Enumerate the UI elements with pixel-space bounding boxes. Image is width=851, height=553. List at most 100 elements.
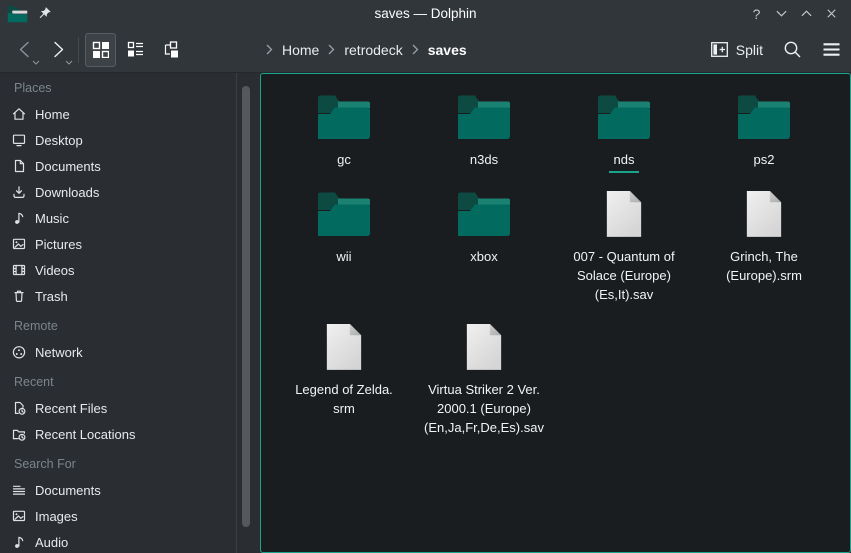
breadcrumb-chevron-icon <box>266 44 273 55</box>
sidebar-item-label: Videos <box>35 263 75 278</box>
item-label: gc <box>337 150 351 169</box>
item-label: n3ds <box>470 150 498 169</box>
sidebar-item-home[interactable]: Home <box>0 101 236 127</box>
folder-icon <box>597 93 651 141</box>
download-icon <box>11 184 27 200</box>
folder-icon <box>457 93 511 141</box>
breadcrumb-home[interactable]: Home <box>282 42 319 58</box>
picture-icon <box>11 236 27 252</box>
folder-wii[interactable]: wii <box>274 190 414 304</box>
sidebar-item-label: Trash <box>35 289 68 304</box>
pin-icon[interactable] <box>37 6 52 21</box>
folder-gc[interactable]: gc <box>274 93 414 171</box>
music-note-icon <box>11 534 27 550</box>
sidebar-item-label: Music <box>35 211 69 226</box>
file-icon <box>745 190 783 238</box>
item-label: 007 - Quantum of Solace (Europe) (Es,It)… <box>573 247 674 304</box>
forward-button[interactable] <box>41 32 74 68</box>
folder-icon <box>457 190 511 238</box>
sidebar-item-search-images[interactable]: Images <box>0 503 236 529</box>
toolbar: Home retrodeck saves Split <box>0 27 851 73</box>
breadcrumb-chevron-icon <box>412 44 419 55</box>
maximize-button[interactable] <box>797 4 816 23</box>
folder-icon <box>317 93 371 141</box>
sidebar-item-search-documents[interactable]: Documents <box>0 477 236 503</box>
search-icon[interactable] <box>783 40 802 59</box>
file-legend-of-zelda-srm[interactable]: Legend of Zelda. srm <box>274 323 414 437</box>
sidebar-item-label: Downloads <box>35 185 99 200</box>
section-header-remote: Remote <box>0 313 236 339</box>
sidebar-item-music[interactable]: Music <box>0 205 236 231</box>
sidebar-item-search-audio[interactable]: Audio <box>0 529 236 553</box>
folder-nds[interactable]: nds <box>554 93 694 171</box>
sidebar-item-label: Recent Locations <box>35 427 135 442</box>
sidebar-item-pictures[interactable]: Pictures <box>0 231 236 257</box>
text-lines-icon <box>11 482 27 498</box>
details-view-button[interactable] <box>120 33 151 67</box>
back-button[interactable] <box>8 32 41 68</box>
folder-icon <box>737 93 791 141</box>
breadcrumb-chevron-icon <box>328 44 335 55</box>
split-button[interactable]: Split <box>711 42 763 58</box>
sidebar-item-network[interactable]: Network <box>0 339 236 365</box>
sidebar-item-trash[interactable]: Trash <box>0 283 236 309</box>
sidebar-item-label: Desktop <box>35 133 83 148</box>
main-area: Places Home Desktop Documents Downloads … <box>0 73 851 553</box>
sidebar-item-label: Recent Files <box>35 401 107 416</box>
folder-n3ds[interactable]: n3ds <box>414 93 554 171</box>
sidebar-item-videos[interactable]: Videos <box>0 257 236 283</box>
home-icon <box>11 106 27 122</box>
sidebar-item-recent-locations[interactable]: Recent Locations <box>0 421 236 447</box>
minimize-button[interactable] <box>772 4 791 23</box>
window-title: saves — Dolphin <box>0 6 851 21</box>
item-label: nds <box>609 150 640 171</box>
desktop-icon <box>11 132 27 148</box>
places-panel: Places Home Desktop Documents Downloads … <box>0 73 237 553</box>
sidebar-item-downloads[interactable]: Downloads <box>0 179 236 205</box>
close-button[interactable] <box>822 4 841 23</box>
folder-icon <box>317 190 371 238</box>
section-header-search-for: Search For <box>0 451 236 477</box>
file-007-quantum-of-solace-sav[interactable]: 007 - Quantum of Solace (Europe) (Es,It)… <box>554 190 694 304</box>
icons-view-button[interactable] <box>85 33 116 67</box>
item-label: xbox <box>470 247 497 266</box>
window-folder-icon <box>7 5 28 23</box>
back-dropdown-caret[interactable] <box>32 60 40 65</box>
section-header-places: Places <box>0 75 236 101</box>
breadcrumb-retrodeck[interactable]: retrodeck <box>344 42 402 58</box>
item-label: wii <box>336 247 351 266</box>
forward-dropdown-caret[interactable] <box>65 60 73 65</box>
file-virtua-striker-2-sav[interactable]: Virtua Striker 2 Ver. 2000.1 (Europe) (E… <box>414 323 554 437</box>
sidebar-item-documents[interactable]: Documents <box>0 153 236 179</box>
video-icon <box>11 262 27 278</box>
titlebar: saves — Dolphin ? <box>0 0 851 27</box>
tree-view-button[interactable] <box>155 33 186 67</box>
sidebar-item-label: Documents <box>35 159 101 174</box>
document-icon <box>11 158 27 174</box>
item-label: Grinch, The (Europe).srm <box>726 247 802 285</box>
network-icon <box>11 344 27 360</box>
music-note-icon <box>11 210 27 226</box>
folder-view[interactable]: gc n3ds nds <box>260 73 851 553</box>
file-grinch-the-europe-srm[interactable]: Grinch, The (Europe).srm <box>694 190 834 304</box>
file-icon <box>605 190 643 238</box>
sidebar-item-recent-files[interactable]: Recent Files <box>0 395 236 421</box>
sidebar-item-label: Network <box>35 345 83 360</box>
trash-icon <box>11 288 27 304</box>
file-icon <box>325 323 363 371</box>
item-label: Virtua Striker 2 Ver. 2000.1 (Europe) (E… <box>424 380 544 437</box>
help-button[interactable]: ? <box>747 4 766 23</box>
hamburger-menu-icon[interactable] <box>822 42 841 57</box>
picture-icon <box>11 508 27 524</box>
split-button-label: Split <box>736 42 763 58</box>
sidebar-scrollbar-track <box>237 73 260 553</box>
sidebar-item-desktop[interactable]: Desktop <box>0 127 236 153</box>
dolphin-window: saves — Dolphin ? <box>0 0 851 553</box>
breadcrumb-saves[interactable]: saves <box>428 42 467 58</box>
item-label: Legend of Zelda. srm <box>295 380 393 418</box>
toolbar-separator <box>78 37 79 63</box>
icon-grid: gc n3ds nds <box>261 74 850 437</box>
sidebar-scrollbar-handle[interactable] <box>242 86 250 527</box>
folder-ps2[interactable]: ps2 <box>694 93 834 171</box>
folder-xbox[interactable]: xbox <box>414 190 554 304</box>
